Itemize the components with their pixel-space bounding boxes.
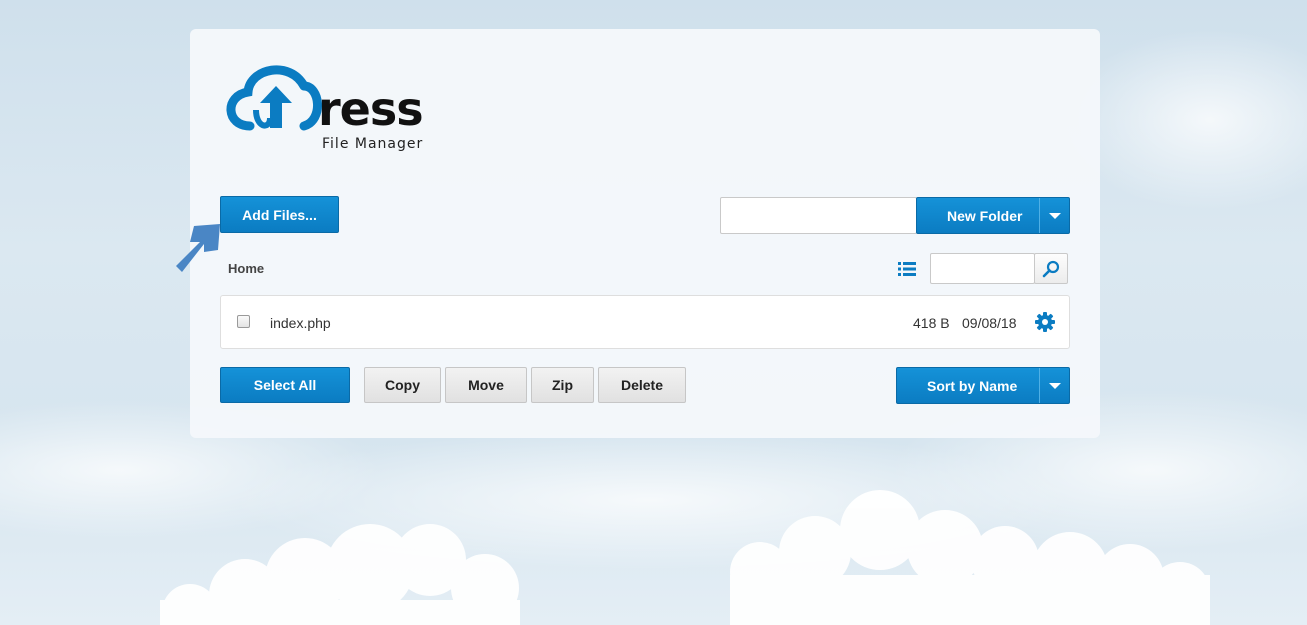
search-button[interactable] (1034, 253, 1068, 284)
new-folder-button[interactable]: New Folder (916, 197, 1070, 234)
copy-button[interactable]: Copy (364, 367, 441, 403)
logo-wordmark: ress (318, 82, 424, 136)
sort-dropdown-toggle[interactable] (1039, 368, 1069, 403)
file-select-checkbox[interactable] (237, 315, 250, 328)
sort-by-label: Sort by Name (927, 377, 1018, 394)
zip-label: Zip (552, 377, 573, 393)
new-folder-name-input[interactable] (720, 197, 917, 234)
delete-button[interactable]: Delete (598, 367, 686, 403)
breadcrumb: Home (228, 261, 264, 276)
add-files-label: Add Files... (242, 206, 317, 223)
move-button[interactable]: Move (445, 367, 527, 403)
add-files-button[interactable]: Add Files... (220, 196, 339, 233)
caret-down-icon (1048, 212, 1061, 219)
arrow-up-right-icon (176, 224, 220, 272)
select-all-label: Select All (253, 377, 317, 393)
zip-button[interactable]: Zip (531, 367, 594, 403)
sort-by-button[interactable]: Sort by Name (896, 367, 1070, 404)
logo-subtitle: File Manager (322, 136, 424, 152)
caret-down-icon (1048, 382, 1061, 389)
breadcrumb-home[interactable]: Home (228, 261, 264, 276)
select-all-button[interactable]: Select All (220, 367, 350, 403)
search-input[interactable] (930, 253, 1035, 284)
file-name[interactable]: index.php (270, 315, 331, 331)
new-folder-dropdown-toggle[interactable] (1039, 198, 1069, 233)
move-label: Move (468, 377, 504, 393)
file-size: 418 B (913, 315, 950, 331)
gear-icon[interactable] (1035, 312, 1055, 332)
new-folder-label: New Folder (947, 207, 1023, 224)
search-icon (1042, 260, 1060, 277)
file-date: 09/08/18 (962, 315, 1017, 331)
file-list-row[interactable]: index.php 418 B 09/08/18 (220, 295, 1070, 349)
copy-label: Copy (385, 377, 420, 393)
list-view-icon[interactable] (898, 262, 916, 276)
delete-label: Delete (620, 377, 664, 393)
